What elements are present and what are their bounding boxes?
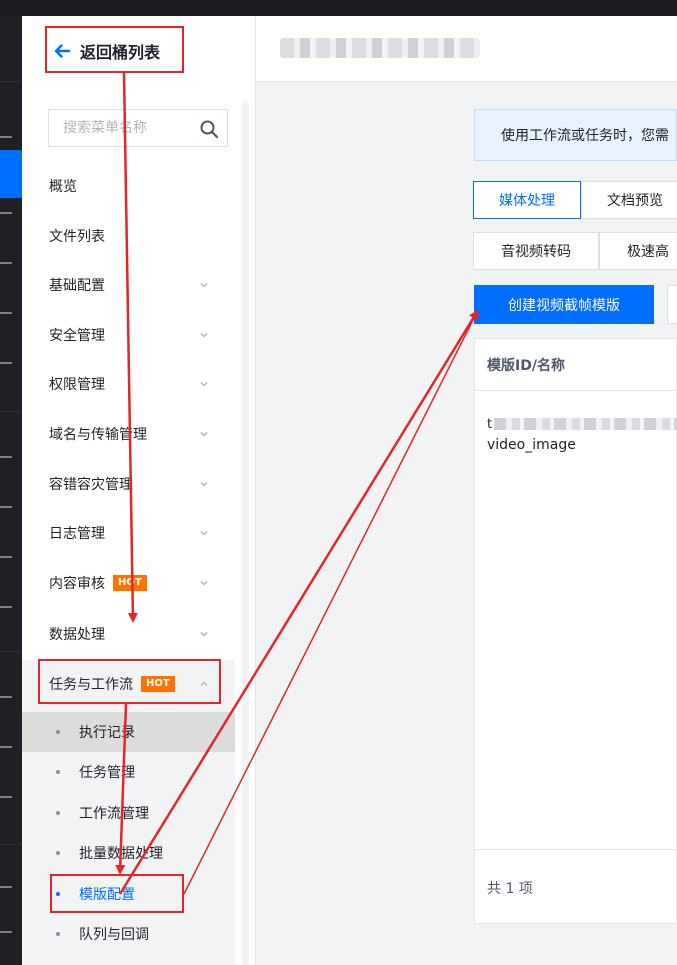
chevron-down-icon (200, 382, 208, 387)
submenu-item-label: 队列与回调 (79, 927, 149, 943)
blurred-bucket-title (280, 38, 480, 58)
sidebar-item-label: 数据处理 (49, 627, 105, 643)
bullet (56, 811, 60, 815)
rail-active-item[interactable] (0, 150, 22, 198)
rail-icon[interactable] (0, 506, 12, 508)
rail-icon[interactable] (0, 606, 12, 608)
sidebar-item-permissions[interactable]: 权限管理 (49, 372, 219, 396)
sidebar-item-label: 内容审核 (49, 576, 105, 592)
submenu-item-label: 任务管理 (79, 765, 135, 781)
template-id-prefix: t (487, 416, 493, 432)
tab-audio-video-transcode[interactable]: 音视频转码 (473, 232, 599, 270)
create-snapshot-template-button[interactable]: 创建视频截帧模版 (474, 285, 654, 324)
chevron-down-icon (200, 283, 208, 288)
table-footer-total: 共 1 项 (475, 849, 677, 925)
chevron-down-icon (200, 531, 208, 536)
sidebar-item-content-audit[interactable]: 内容审核 HOT (49, 571, 219, 595)
secondary-button[interactable] (667, 285, 677, 324)
chevron-down-icon (200, 632, 208, 637)
top-bar (0, 0, 677, 16)
submenu-item-queue-callback[interactable]: 队列与回调 (56, 923, 226, 945)
sidebar-item-logs[interactable]: 日志管理 (49, 521, 219, 545)
sidebar-scrollbar[interactable] (242, 100, 249, 965)
menu-search-input[interactable] (63, 120, 193, 136)
secondary-tabs: 音视频转码 极速高 (473, 232, 677, 270)
rail-icon[interactable] (0, 262, 12, 264)
annotation-box-template-config (50, 874, 184, 913)
rail-icon[interactable] (0, 696, 12, 698)
submenu-item-task-management[interactable]: 任务管理 (56, 761, 226, 783)
sidebar-item-label: 容错容灾管理 (49, 477, 133, 493)
table-header-id-name: 模版ID/名称 (475, 339, 677, 391)
template-table: 模版ID/名称 t video_image 共 1 项 (474, 338, 677, 924)
rail-icon[interactable] (0, 931, 12, 933)
rail-icon[interactable] (0, 212, 12, 214)
sidebar-item-label: 概览 (49, 179, 77, 195)
submenu-item-label: 工作流管理 (79, 806, 149, 822)
submenu-item-workflow-management[interactable]: 工作流管理 (56, 802, 226, 824)
submenu-item-label: 执行记录 (79, 725, 135, 741)
template-name-cell: video_image (487, 437, 576, 453)
rail-icon[interactable] (0, 456, 12, 458)
chevron-down-icon (200, 482, 208, 487)
chevron-down-icon (200, 581, 208, 586)
sidebar-item-label: 权限管理 (49, 377, 105, 393)
sidebar-item-label: 安全管理 (49, 328, 105, 344)
rail-icon[interactable] (0, 746, 12, 748)
rail-icon[interactable] (0, 556, 12, 558)
rail-divider (0, 844, 22, 845)
rail-icon[interactable] (0, 362, 12, 364)
blurred-template-id (494, 418, 677, 430)
annotation-box-back (45, 26, 184, 73)
bullet (56, 851, 60, 855)
sidebar-item-label: 域名与传输管理 (49, 427, 147, 443)
sidebar-item-label: 文件列表 (49, 229, 105, 245)
sidebar-item-file-list[interactable]: 文件列表 (49, 224, 219, 248)
sidebar-item-basic-config[interactable]: 基础配置 (49, 273, 219, 297)
sidebar-item-disaster-recovery[interactable]: 容错容灾管理 (49, 472, 219, 496)
info-notice: 使用工作流或任务时，您需 (474, 109, 677, 161)
sidebar-item-label: 基础配置 (49, 278, 105, 294)
annotation-box-tasks-workflows (38, 659, 221, 704)
sidebar-item-domain-transfer[interactable]: 域名与传输管理 (49, 422, 219, 446)
chevron-down-icon (200, 333, 208, 338)
rail-icon[interactable] (0, 796, 12, 798)
rail-icon[interactable] (0, 136, 12, 138)
template-id-cell[interactable]: t (487, 415, 677, 433)
tab-media-processing[interactable]: 媒体处理 (473, 181, 581, 219)
primary-tabs: 媒体处理 文档预览 (473, 181, 677, 219)
rail-block (0, 16, 22, 82)
submenu-item-batch-processing[interactable]: 批量数据处理 (56, 842, 226, 864)
rail-divider (0, 651, 22, 652)
bullet (56, 770, 60, 774)
submenu-item-label: 批量数据处理 (79, 846, 163, 862)
bullet (56, 932, 60, 936)
tab-document-preview[interactable]: 文档预览 (581, 181, 677, 219)
search-icon[interactable] (199, 119, 219, 139)
tab-speed-hd[interactable]: 极速高 (599, 232, 677, 270)
sidebar-item-overview[interactable]: 概览 (49, 174, 219, 198)
sidebar-item-label: 日志管理 (49, 526, 105, 542)
global-nav-rail (0, 16, 22, 965)
sidebar-item-data-processing[interactable]: 数据处理 (49, 622, 219, 646)
rail-divider (0, 411, 22, 412)
rail-icon[interactable] (0, 312, 12, 314)
rail-icon[interactable] (0, 886, 12, 888)
sidebar-item-security[interactable]: 安全管理 (49, 323, 219, 347)
hot-badge: HOT (113, 575, 147, 591)
submenu-item-execution-records[interactable]: 执行记录 (56, 721, 226, 743)
menu-search-box[interactable] (48, 109, 228, 147)
chevron-down-icon (200, 432, 208, 437)
bullet (56, 730, 60, 734)
notice-text: 使用工作流或任务时，您需 (501, 128, 669, 144)
